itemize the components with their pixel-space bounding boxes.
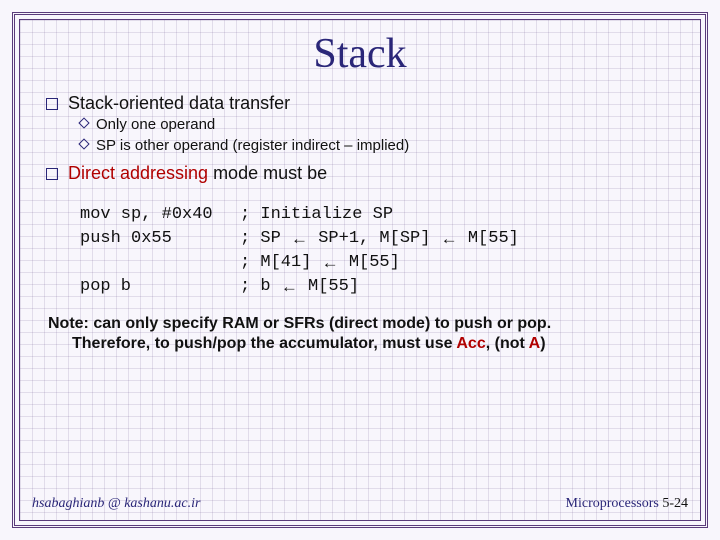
note-text: Note: can only specify RAM or SFRs (dire… xyxy=(48,314,672,354)
code-comment-part: SP+1, M[SP] xyxy=(308,227,441,251)
note-acc: Acc xyxy=(456,335,485,352)
note-a: A xyxy=(529,335,541,352)
code-instr: pop b xyxy=(80,275,240,299)
code-instr: mov sp, #0x40 xyxy=(80,203,240,227)
bullet-1-sub-2-text: SP is other operand (register indirect –… xyxy=(96,137,409,154)
note-line-1: Note: can only specify RAM or SFRs (dire… xyxy=(48,315,551,332)
note-line-2a: Therefore, to push/pop the accumulator, … xyxy=(72,335,456,352)
code-comment: ; Initialize SP xyxy=(240,203,393,227)
footer-author: hsabaghianb @ kashanu.ac.ir xyxy=(32,496,200,512)
bullet-2-highlight: Direct addressing xyxy=(68,163,208,183)
bullet-1-sub-1-text: Only one operand xyxy=(96,116,215,133)
left-arrow-icon: ← xyxy=(441,227,458,251)
square-bullet-icon xyxy=(46,168,58,180)
code-line-2: push 0x55; SP ← SP+1, M[SP] ← M[55] xyxy=(80,227,680,251)
note-mid: , (not xyxy=(486,335,529,352)
code-line-1: mov sp, #0x40; Initialize SP xyxy=(80,203,680,227)
slide-frame-outer: Stack Stack-oriented data transfer Only … xyxy=(12,12,708,528)
left-arrow-icon: ← xyxy=(291,227,308,251)
square-bullet-icon xyxy=(46,98,58,110)
footer-page-number: 5-24 xyxy=(662,496,688,511)
bullet-2-suffix: mode must be xyxy=(208,163,327,183)
left-arrow-icon: ← xyxy=(322,251,339,275)
diamond-bullet-icon xyxy=(78,138,89,149)
code-comment-part: ; SP xyxy=(240,227,291,251)
code-comment-part: M[55] xyxy=(339,251,400,275)
bullet-1-text: Stack-oriented data transfer xyxy=(68,93,290,113)
left-arrow-icon: ← xyxy=(281,275,298,299)
slide-title: Stack xyxy=(40,30,680,78)
code-comment-part: ; M[41] xyxy=(240,251,322,275)
diamond-bullet-icon xyxy=(78,118,89,129)
bullet-1-sub-2: SP is other operand (register indirect –… xyxy=(80,136,680,156)
slide-frame-inner: Stack Stack-oriented data transfer Only … xyxy=(19,19,701,521)
code-instr: push 0x55 xyxy=(80,227,240,251)
code-instr xyxy=(80,251,240,275)
footer-course-label: Microprocessors xyxy=(566,496,663,511)
footer-page: Microprocessors 5-24 xyxy=(566,496,688,512)
bullet-1: Stack-oriented data transfer xyxy=(46,92,680,115)
bullet-2: Direct addressing mode must be xyxy=(46,162,680,185)
code-line-4: pop b; b ← M[55] xyxy=(80,275,680,299)
code-comment-part: ; b xyxy=(240,275,281,299)
code-comment-part: M[55] xyxy=(298,275,359,299)
code-comment-part: M[55] xyxy=(458,227,519,251)
code-line-3: ; M[41] ← M[55] xyxy=(80,251,680,275)
bullet-1-sub-1: Only one operand xyxy=(80,115,680,135)
code-block: mov sp, #0x40; Initialize SP push 0x55; … xyxy=(80,203,680,298)
note-end: ) xyxy=(540,335,545,352)
